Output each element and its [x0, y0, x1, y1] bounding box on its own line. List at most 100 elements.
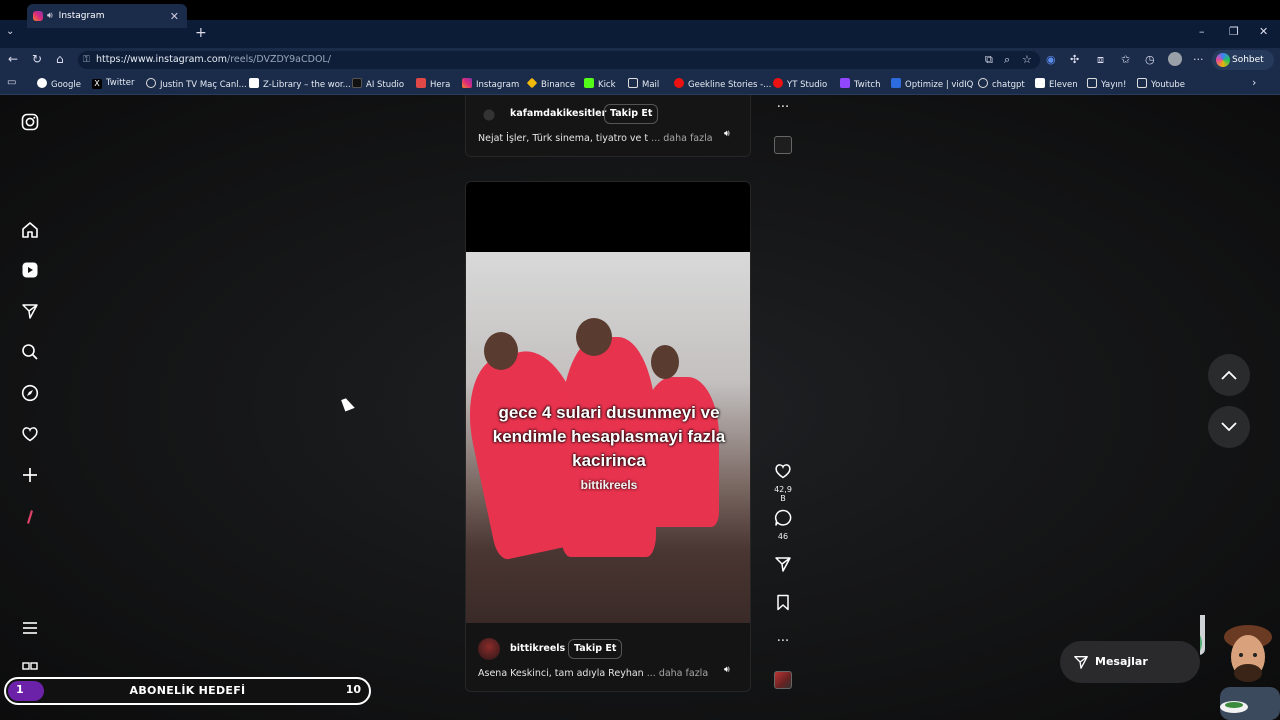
create-plus-icon[interactable]	[20, 465, 40, 485]
bookmark-ai-studio[interactable]: AI Studio	[352, 78, 404, 90]
save-button[interactable]	[773, 594, 793, 615]
bookmark-mail[interactable]: Mail	[628, 78, 659, 90]
extensions-puzzle-icon[interactable]: ✣	[1070, 53, 1079, 66]
bookmarks-overflow-icon[interactable]: ›	[1252, 76, 1256, 89]
history-icon[interactable]: ◷	[1145, 53, 1155, 66]
reel-options-icon[interactable]: ···	[773, 634, 793, 649]
bookmark-z-library[interactable]: Z-Library – the wor...	[249, 78, 351, 90]
previous-reel-username[interactable]: kafamdakikesitler	[510, 108, 606, 119]
profile-avatar[interactable]	[1168, 52, 1182, 66]
reel-username[interactable]: bittikreels	[510, 643, 565, 654]
reel-follow-button[interactable]: Takip Et	[568, 639, 623, 659]
previous-reel-audio-thumb[interactable]	[774, 136, 792, 154]
reel-overlay-text: gece 4 sulari dusunmeyi ve kendimle hesa…	[492, 403, 726, 470]
instagram-logo-icon[interactable]	[20, 112, 40, 132]
messages-button[interactable]: Mesajlar	[1060, 641, 1200, 683]
profile-nav-icon[interactable]	[20, 507, 40, 527]
goal-target: 10	[345, 683, 361, 696]
subscription-goal-widget: 1 ABONELİK HEDEFİ 10	[4, 677, 371, 705]
goal-title: ABONELİK HEDEFİ	[129, 684, 246, 697]
messages-nav-icon[interactable]	[20, 301, 40, 321]
search-nav-icon[interactable]	[20, 342, 40, 362]
like-button[interactable]: 42,9 B	[773, 462, 793, 503]
new-tab-button[interactable]: +	[195, 25, 207, 41]
explore-nav-icon[interactable]	[20, 383, 40, 403]
bookmark-instagram[interactable]: Instagram	[462, 78, 519, 90]
reel-audio-thumb[interactable]	[774, 671, 792, 689]
left-navigation	[2, 95, 54, 720]
bookmark-twitch[interactable]: Twitch	[840, 78, 881, 90]
split-screen-icon[interactable]: ⧈	[1097, 53, 1104, 67]
extension-icon[interactable]: ◉	[1046, 53, 1056, 66]
streamer-webcam-overlay	[1200, 615, 1280, 720]
bookmarks-menu-icon[interactable]: ▭	[7, 77, 16, 88]
reel-letterbox	[466, 182, 750, 252]
instagram-favicon-icon	[33, 11, 43, 21]
tab-actions-icon[interactable]: ⌄	[6, 26, 14, 37]
bookmark-chatgpt[interactable]: chatgpt	[978, 78, 1025, 90]
reel-more-link[interactable]: ... daha fazla	[647, 668, 708, 679]
home-icon[interactable]: ⌂	[56, 52, 64, 66]
tab-title: Instagram	[58, 11, 105, 21]
chevron-down-icon	[1221, 422, 1237, 432]
close-tab-icon[interactable]: ✕	[170, 10, 179, 23]
video-head-right	[651, 345, 679, 379]
copilot-icon	[1216, 53, 1230, 67]
reels-nav-icon[interactable]	[20, 260, 40, 280]
favorites-icon[interactable]: ✩	[1121, 53, 1130, 66]
previous-reel-more-link[interactable]: ... daha fazla	[651, 133, 712, 144]
previous-reel-audio-icon[interactable]: 🔊︎	[724, 129, 730, 139]
reel-audio-icon[interactable]: 🔊︎	[724, 665, 730, 675]
home-nav-icon[interactable]	[20, 220, 40, 240]
bookmark-yayin[interactable]: Yayın!	[1087, 78, 1126, 90]
like-heart-icon	[775, 464, 791, 479]
share-button[interactable]	[773, 556, 793, 577]
restore-icon[interactable]: ❐	[1229, 25, 1239, 38]
reel-avatar[interactable]	[478, 638, 500, 660]
browser-tab[interactable]: 🔊︎ Instagram ✕	[27, 4, 187, 28]
speaker-icon[interactable]: 🔊︎	[47, 11, 53, 21]
previous-reel-avatar[interactable]	[478, 104, 500, 126]
minimize-icon[interactable]: –	[1199, 25, 1205, 38]
messages-label: Mesajlar	[1095, 655, 1148, 668]
bookmark-geekline[interactable]: Geekline Stories -...	[674, 78, 771, 90]
previous-reel-follow-button[interactable]: Takip Et	[604, 104, 659, 124]
copilot-button[interactable]: Sohbet et	[1212, 50, 1274, 85]
previous-reel-caption: kafamdakikesitler Takip Et Nejat İşler, …	[465, 95, 751, 157]
reel-video[interactable]: gece 4 sulari dusunmeyi ve kendimle hesa…	[466, 252, 750, 623]
previous-reel-button[interactable]	[1208, 354, 1250, 396]
comment-icon	[774, 509, 792, 526]
previous-reel-options-icon[interactable]: ···	[773, 100, 793, 115]
bookmark-kick[interactable]: Kick	[584, 78, 616, 90]
url-path: /reels/DVZDY9aCDOL/	[227, 54, 331, 65]
more-menu-icon[interactable]: ···	[1193, 53, 1204, 66]
window-close-icon[interactable]: ✕	[1259, 25, 1268, 38]
site-info-icon[interactable]: ⚿	[83, 51, 90, 69]
address-bar[interactable]: ⚿ https://www.instagram.com/reels/DVZDY9…	[78, 51, 1040, 69]
bookmark-yt-studio[interactable]: YT Studio	[773, 78, 827, 90]
bookmark-binance[interactable]: Binance	[526, 77, 575, 90]
zoom-icon[interactable]: ⌕	[1004, 53, 1010, 67]
reel-watermark: bittikreels	[580, 478, 638, 492]
top-strip	[0, 0, 1280, 20]
bookmark-eleven[interactable]: Eleven	[1035, 78, 1078, 90]
share-icon	[775, 557, 791, 572]
reload-icon[interactable]: ↻	[32, 52, 42, 66]
bookmark-youtube[interactable]: Youtube	[1137, 78, 1185, 90]
next-reel-button[interactable]	[1208, 406, 1250, 448]
video-head-left	[484, 332, 518, 370]
comment-button[interactable]: 46	[773, 509, 793, 541]
bookmark-vidiq[interactable]: Optimize | vidIQ	[891, 78, 973, 90]
more-menu-hamburger-icon[interactable]	[20, 618, 40, 638]
bookmark-hera[interactable]: Hera	[416, 78, 450, 90]
open-in-app-icon[interactable]: ⧉	[985, 53, 993, 67]
like-count: 42,9 B	[774, 485, 792, 503]
notifications-heart-icon[interactable]	[20, 424, 40, 444]
bookmark-justin-tv[interactable]: Justin TV Maç Canl...	[146, 78, 247, 90]
bookmark-google[interactable]: Google	[37, 78, 81, 90]
back-icon[interactable]: ←	[8, 52, 18, 66]
paper-plane-icon	[1073, 641, 1089, 687]
favorite-star-icon[interactable]: ☆	[1022, 53, 1032, 66]
bookmark-twitter[interactable]: X Twitter	[92, 78, 135, 89]
tab-bar	[0, 20, 1280, 48]
